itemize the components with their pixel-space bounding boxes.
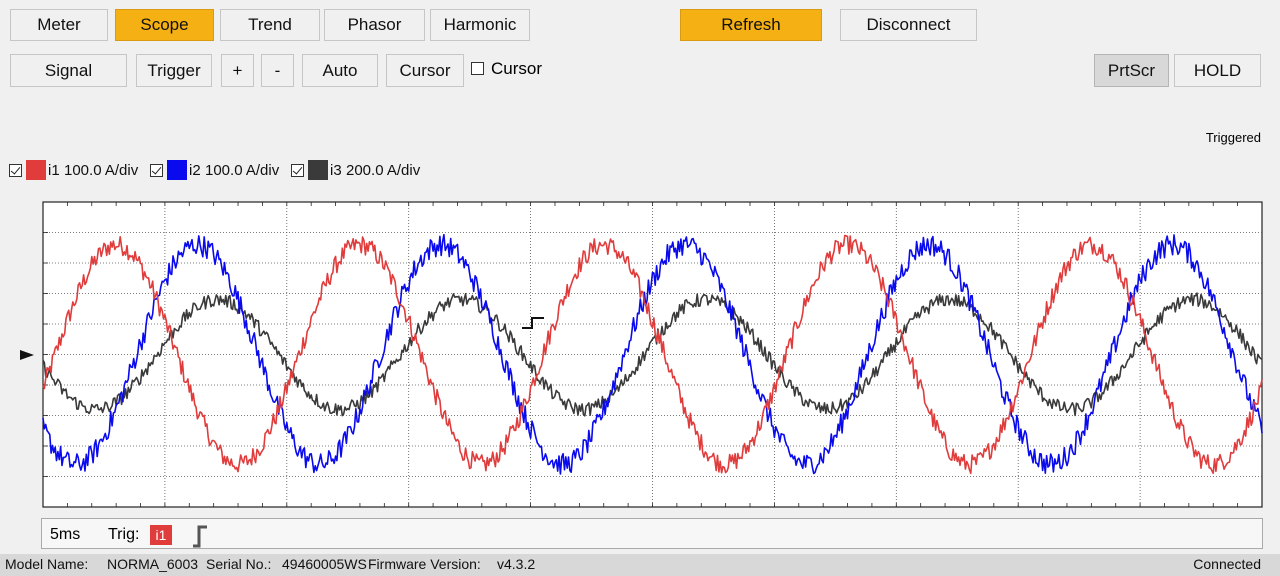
channel-i2-scale: 100.0 A/div — [205, 162, 280, 179]
channel-i3-swatch — [308, 160, 328, 180]
serial-no-label: Serial No.: — [206, 556, 272, 572]
model-name-label: Model Name: — [5, 556, 89, 572]
zoom-out-button[interactable]: - — [261, 54, 294, 87]
disconnect-button[interactable]: Disconnect — [840, 9, 977, 41]
status-bar: Model Name: NORMA_6003 Serial No.: 49460… — [0, 554, 1280, 576]
channel-i3-name: i3 — [330, 162, 342, 179]
cursor-checkbox[interactable] — [471, 62, 484, 75]
tab-trend[interactable]: Trend — [220, 9, 320, 41]
trigger-button[interactable]: Trigger — [136, 54, 212, 87]
firmware-version-label: Firmware Version: — [368, 556, 481, 572]
trigger-state-label: Triggered — [1205, 130, 1261, 145]
channel-i2-name: i2 — [189, 162, 201, 179]
channel-i2-swatch — [167, 160, 187, 180]
trig-channel-badge[interactable]: i1 — [150, 525, 172, 545]
tab-meter[interactable]: Meter — [10, 9, 108, 41]
channel-i1-name: i1 — [48, 162, 60, 179]
refresh-button[interactable]: Refresh — [680, 9, 822, 41]
channel-i1-swatch — [26, 160, 46, 180]
model-name-value: NORMA_6003 — [107, 556, 199, 572]
channel-i1-scale: 100.0 A/div — [64, 162, 139, 179]
channel-i3-scale: 200.0 A/div — [346, 162, 421, 179]
tab-phasor[interactable]: Phasor — [324, 9, 425, 41]
auto-button[interactable]: Auto — [302, 54, 378, 87]
cursor-button[interactable]: Cursor — [386, 54, 464, 87]
channel-i3-checkbox[interactable] — [291, 164, 304, 177]
scope-info-panel — [41, 518, 1263, 549]
signal-button[interactable]: Signal — [10, 54, 127, 87]
hold-button[interactable]: HOLD — [1174, 54, 1261, 87]
timebase-label: 5ms — [50, 526, 81, 543]
channel-i2-checkbox[interactable] — [150, 164, 163, 177]
connection-status: Connected — [1193, 556, 1261, 572]
rising-edge-icon — [193, 525, 207, 548]
scope-plot — [20, 201, 1263, 508]
tab-harmonic[interactable]: Harmonic — [430, 9, 530, 41]
serial-no-value: 49460005WS — [282, 556, 367, 572]
cursor-checkbox-label: Cursor — [491, 59, 543, 78]
firmware-version-value: v4.3.2 — [497, 556, 536, 572]
trig-label: Trig: — [108, 526, 140, 543]
print-screen-button[interactable]: PrtScr — [1094, 54, 1169, 87]
tab-scope[interactable]: Scope — [115, 9, 214, 41]
ground-marker-icon — [20, 350, 34, 360]
channel-i1-checkbox[interactable] — [9, 164, 22, 177]
zoom-in-button[interactable]: + — [221, 54, 254, 87]
